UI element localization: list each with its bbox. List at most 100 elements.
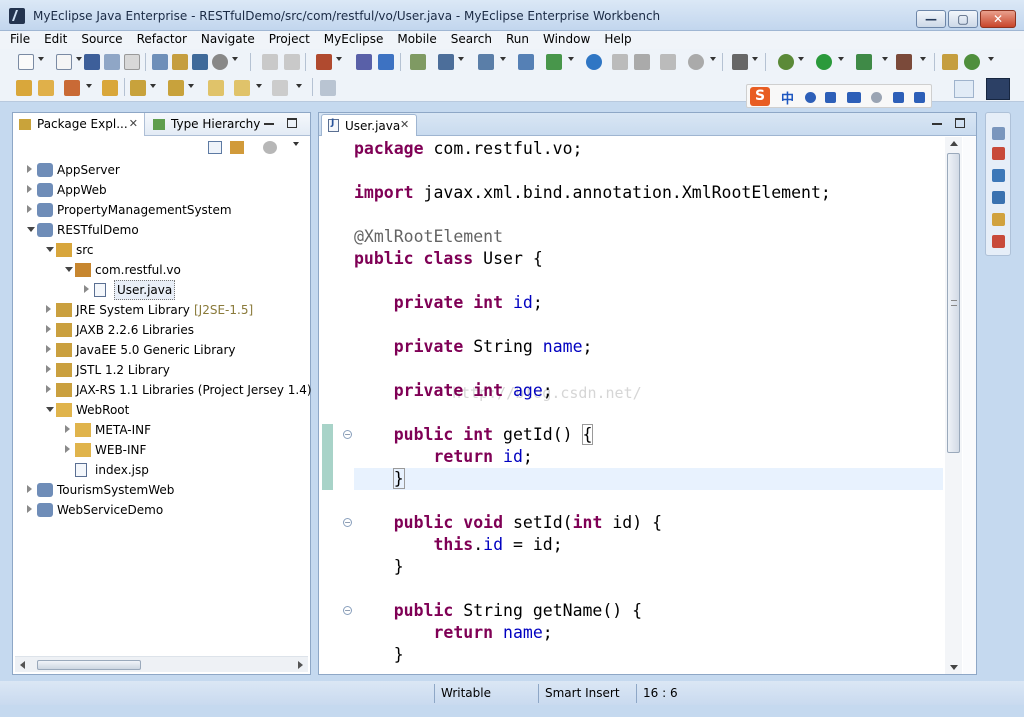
- maximize-view-icon[interactable]: [287, 118, 297, 128]
- console-icon[interactable]: [992, 191, 1005, 204]
- back-dropdown-icon[interactable]: [256, 84, 262, 88]
- menu-mobile[interactable]: Mobile: [389, 31, 442, 49]
- minimize-view-icon[interactable]: [264, 123, 274, 125]
- servers-icon[interactable]: [992, 235, 1005, 248]
- debug-tool-icon[interactable]: [438, 54, 454, 70]
- code-line[interactable]: private int id;: [354, 292, 543, 314]
- external-tools-icon[interactable]: [896, 54, 912, 70]
- terminal-icon[interactable]: [732, 54, 748, 70]
- ime-mode-toggle[interactable]: 中: [781, 88, 794, 107]
- open-task-icon[interactable]: [964, 54, 980, 70]
- myeclipse-perspective-button[interactable]: [986, 78, 1010, 100]
- paste-tool-icon[interactable]: [634, 54, 650, 70]
- terminal-dropdown-icon[interactable]: [752, 57, 758, 61]
- globe-icon[interactable]: [586, 54, 602, 70]
- minimize-editor-icon[interactable]: [932, 123, 942, 125]
- close-editor-tab-icon[interactable]: ✕: [400, 118, 409, 131]
- maximize-editor-icon[interactable]: [955, 118, 965, 128]
- restore-icon[interactable]: [992, 127, 1005, 140]
- menu-myeclipse[interactable]: MyEclipse: [316, 31, 390, 49]
- code-line[interactable]: public String getName() {: [354, 600, 642, 622]
- expand-toggle-icon[interactable]: [27, 165, 32, 173]
- menu-window[interactable]: Window: [535, 31, 596, 49]
- expand-toggle-icon[interactable]: [84, 285, 89, 293]
- forward-icon[interactable]: [272, 80, 288, 96]
- bug-debug-icon[interactable]: [778, 54, 794, 70]
- task-dropdown-icon[interactable]: [988, 57, 994, 61]
- debug-dropdown-icon[interactable]: [798, 57, 804, 61]
- expand-toggle-icon[interactable]: [65, 445, 70, 453]
- user-icon[interactable]: [871, 92, 882, 103]
- menu-edit[interactable]: Edit: [36, 31, 73, 49]
- vertical-scroll-thumb[interactable]: [947, 153, 960, 453]
- expand-toggle-icon[interactable]: [46, 365, 51, 373]
- print-icon[interactable]: [124, 54, 140, 70]
- menu-navigate[interactable]: Navigate: [193, 31, 261, 49]
- tab-user-java[interactable]: User.java ✕: [321, 114, 417, 136]
- run-config-icon[interactable]: [856, 54, 872, 70]
- menu-file[interactable]: File: [0, 31, 36, 49]
- history-icon[interactable]: [660, 54, 676, 70]
- fold-toggle-icon[interactable]: −: [343, 606, 352, 615]
- code-line[interactable]: this.id = id;: [354, 534, 562, 556]
- menu-project[interactable]: Project: [261, 31, 316, 49]
- shirt-icon[interactable]: [893, 92, 904, 103]
- run-config-dropdown-icon[interactable]: [882, 57, 888, 61]
- new-icon[interactable]: [18, 54, 34, 70]
- close-tab-icon[interactable]: ✕: [129, 113, 138, 135]
- browser-icon[interactable]: [316, 54, 332, 70]
- new-dropdown-icon[interactable]: [38, 57, 44, 61]
- overview-ruler[interactable]: [963, 137, 976, 674]
- code-line[interactable]: @XmlRootElement: [354, 226, 503, 248]
- link-with-editor-icon[interactable]: [230, 141, 244, 154]
- editor-vertical-scrollbar[interactable]: [945, 137, 962, 674]
- prev-annotation-icon[interactable]: [168, 80, 184, 96]
- problems-icon[interactable]: [992, 147, 1005, 160]
- expand-toggle-icon[interactable]: [46, 385, 51, 393]
- prev-annotation-dropdown-icon[interactable]: [188, 84, 194, 88]
- horizontal-scroll-thumb[interactable]: [37, 660, 141, 670]
- settings-dropdown-icon[interactable]: [710, 57, 716, 61]
- punctuation-icon[interactable]: [825, 92, 836, 103]
- code-line[interactable]: }: [354, 556, 404, 578]
- expand-toggle-icon[interactable]: [27, 485, 32, 493]
- wrench-tool-icon[interactable]: [212, 54, 228, 70]
- refresh-icon[interactable]: [518, 54, 534, 70]
- next-annotation-dropdown-icon[interactable]: [150, 84, 156, 88]
- scroll-up-icon[interactable]: [950, 141, 958, 146]
- tree-horizontal-scrollbar[interactable]: [15, 656, 308, 672]
- fold-toggle-icon[interactable]: −: [343, 518, 352, 527]
- open-type-icon[interactable]: [942, 54, 958, 70]
- scroll-down-icon[interactable]: [950, 665, 958, 670]
- expand-toggle-icon[interactable]: [46, 325, 51, 333]
- code-line[interactable]: }: [354, 468, 405, 490]
- collapse-toggle-icon[interactable]: [46, 247, 54, 252]
- expand-toggle-icon[interactable]: [46, 345, 51, 353]
- code-line[interactable]: package com.restful.vo;: [354, 138, 583, 160]
- code-line[interactable]: public int getId() {: [354, 424, 594, 446]
- open-project-icon[interactable]: [38, 80, 54, 96]
- scroll-right-icon[interactable]: [298, 661, 303, 669]
- cube-icon[interactable]: [356, 54, 372, 70]
- close-window-button[interactable]: ✕: [980, 10, 1016, 28]
- sogou-logo-icon[interactable]: S: [750, 87, 770, 106]
- last-edit-icon[interactable]: [208, 80, 224, 96]
- next-annotation-icon[interactable]: [130, 80, 146, 96]
- expand-toggle-icon[interactable]: [27, 505, 32, 513]
- folder-nav-icon[interactable]: [102, 80, 118, 96]
- moon-icon[interactable]: [805, 92, 816, 103]
- pin-editor-icon[interactable]: [320, 80, 336, 96]
- tab-type-hierarchy[interactable]: Type Hierarchy: [147, 113, 260, 136]
- menu-refactor[interactable]: Refactor: [129, 31, 193, 49]
- keyboard-icon[interactable]: [847, 92, 861, 103]
- view-menu-icon[interactable]: [293, 142, 299, 146]
- export-dropdown-icon[interactable]: [568, 57, 574, 61]
- outline-icon[interactable]: [992, 213, 1005, 226]
- menu-search[interactable]: Search: [443, 31, 498, 49]
- save-all-icon[interactable]: [104, 54, 120, 70]
- tab-package-explorer[interactable]: Package Expl... ✕: [13, 113, 145, 136]
- collapse-toggle-icon[interactable]: [46, 407, 54, 412]
- expand-toggle-icon[interactable]: [27, 185, 32, 193]
- report-icon[interactable]: [410, 54, 426, 70]
- menu-source[interactable]: Source: [73, 31, 128, 49]
